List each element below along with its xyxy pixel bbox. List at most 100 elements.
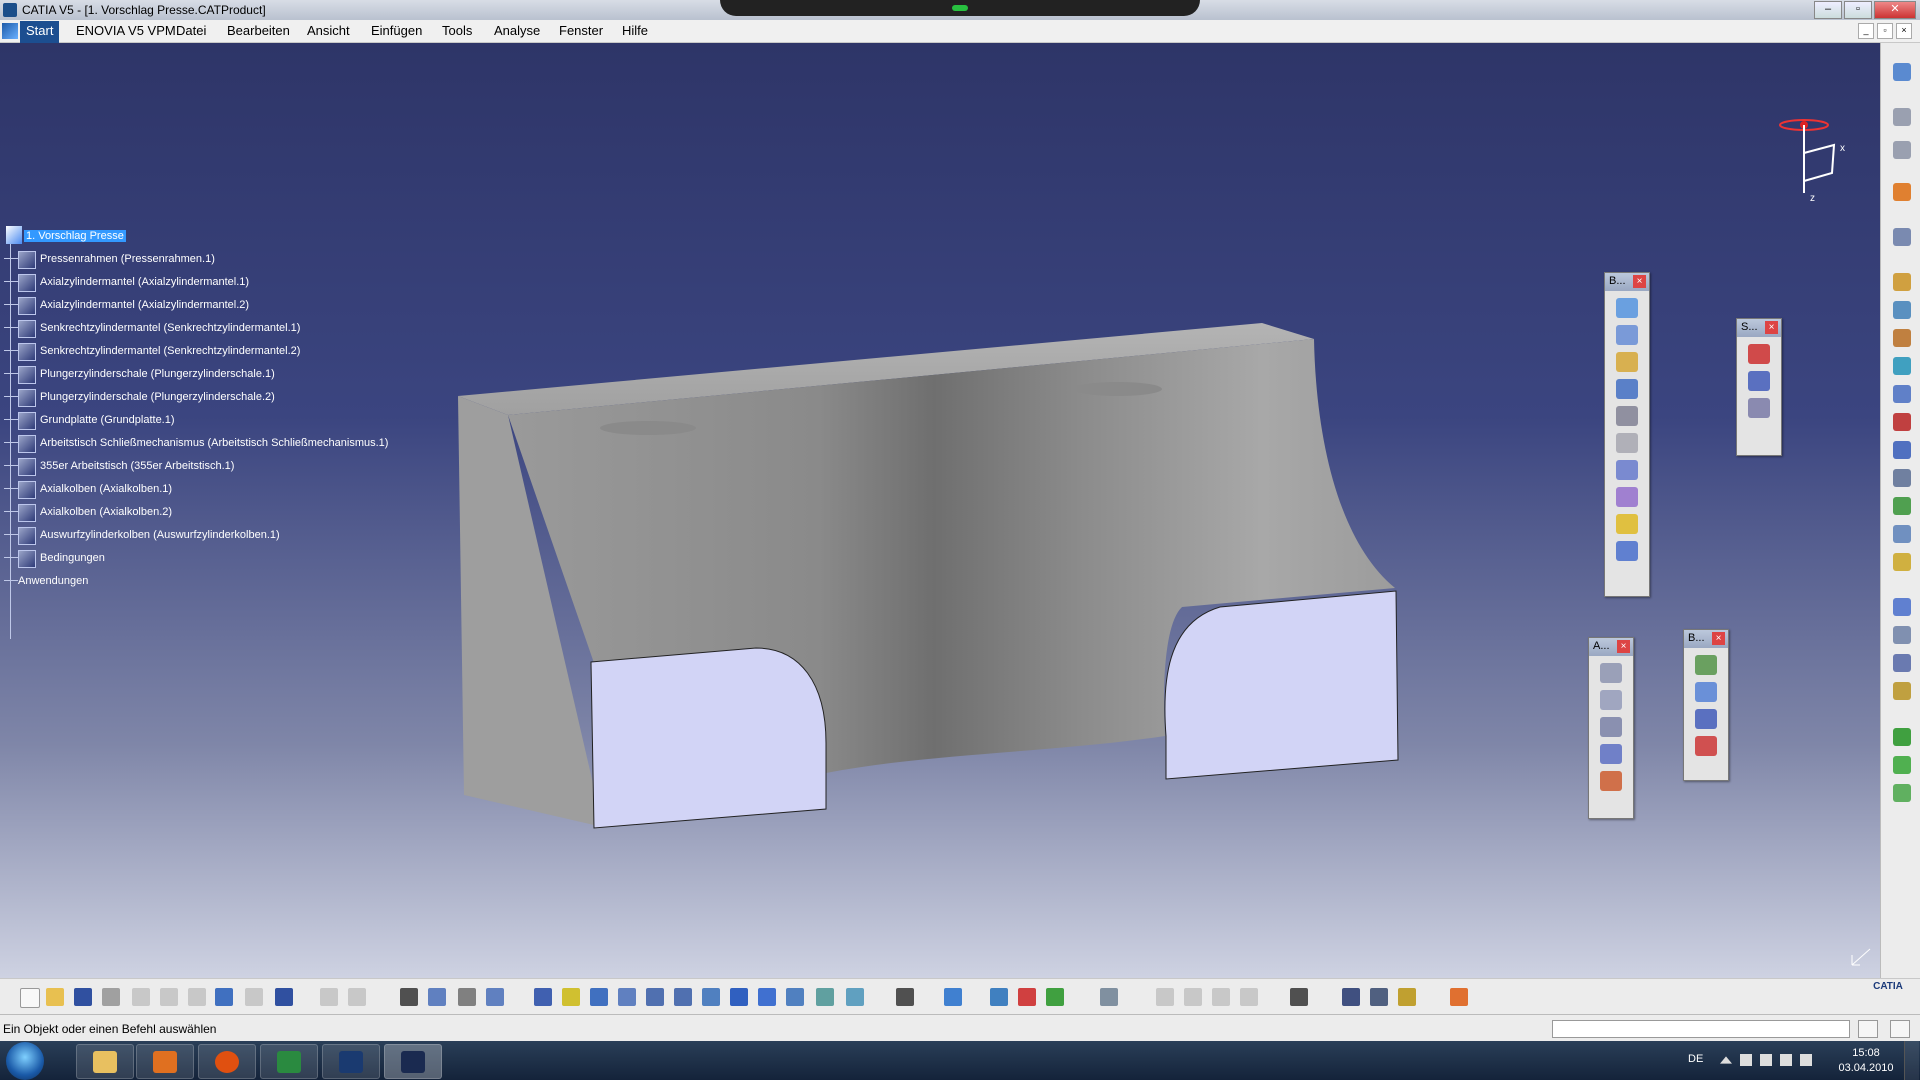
floating-palette-a[interactable]: A... × <box>1588 637 1634 819</box>
tool-icon[interactable] <box>1398 988 1416 1006</box>
taskbar-photoshop[interactable] <box>322 1044 380 1079</box>
fit-all-icon[interactable] <box>562 988 580 1006</box>
tool-icon[interactable] <box>1600 663 1622 683</box>
tool-icon[interactable] <box>1616 460 1638 480</box>
taskbar-excel[interactable] <box>260 1044 318 1079</box>
compass-widget[interactable]: x z <box>1770 113 1860 213</box>
menu-analyse[interactable]: Analyse <box>494 23 540 38</box>
tool-icon[interactable] <box>1893 728 1911 746</box>
menu-enovia[interactable]: ENOVIA V5 VPM <box>76 23 176 38</box>
update-icon[interactable] <box>1100 988 1118 1006</box>
print-icon[interactable] <box>102 988 120 1006</box>
menu-tools[interactable]: Tools <box>442 23 472 38</box>
tool-icon[interactable] <box>458 988 476 1006</box>
tool-icon[interactable] <box>1156 988 1174 1006</box>
taskbar-explorer[interactable] <box>76 1044 134 1079</box>
show-desktop-button[interactable] <box>1904 1041 1919 1080</box>
doc-restore-button[interactable]: ▫ <box>1877 23 1893 39</box>
capture-icon[interactable] <box>896 988 914 1006</box>
tool-icon[interactable] <box>1695 682 1717 702</box>
tool-icon[interactable] <box>1893 497 1911 515</box>
cursor-icon[interactable] <box>1893 183 1911 201</box>
palette-close-button[interactable]: × <box>1617 640 1630 653</box>
open-folder-icon[interactable] <box>46 988 64 1006</box>
palette-header[interactable]: B... × <box>1605 273 1649 291</box>
tool-icon[interactable] <box>1616 487 1638 507</box>
tool-icon[interactable] <box>1893 108 1911 126</box>
palette-close-button[interactable]: × <box>1765 321 1778 334</box>
tool-icon[interactable] <box>1893 598 1911 616</box>
tool-icon[interactable] <box>1370 988 1388 1006</box>
tool-icon[interactable] <box>1893 784 1911 802</box>
command-input[interactable] <box>1552 1020 1850 1038</box>
tool-icon[interactable] <box>1893 553 1911 571</box>
rotate-icon[interactable] <box>618 988 636 1006</box>
3d-viewport[interactable]: 1. Vorschlag Presse Pressenrahmen (Press… <box>0 43 1880 978</box>
power-icon[interactable] <box>1760 1054 1772 1066</box>
action-center-flag-icon[interactable] <box>1740 1054 1752 1066</box>
tool-icon[interactable] <box>1893 357 1911 375</box>
menu-start[interactable]: Start <box>20 21 60 45</box>
tool-icon[interactable] <box>1893 756 1911 774</box>
formula-icon[interactable] <box>320 988 338 1006</box>
floating-palette-b2[interactable]: B... × <box>1683 629 1729 781</box>
tool-icon[interactable] <box>1616 379 1638 399</box>
doc-close-button[interactable]: × <box>1896 23 1912 39</box>
status-button[interactable] <box>1890 1020 1910 1038</box>
tool-icon[interactable] <box>1893 385 1911 403</box>
tool-icon[interactable] <box>1695 655 1717 675</box>
fly-mode-icon[interactable] <box>534 988 552 1006</box>
menu-hilfe[interactable]: Hilfe <box>622 23 648 38</box>
tool-icon[interactable] <box>1240 988 1258 1006</box>
shading-icon[interactable] <box>786 988 804 1006</box>
3d-part-model[interactable] <box>0 43 1880 978</box>
tool-icon[interactable] <box>486 988 504 1006</box>
tool-icon[interactable] <box>1893 525 1911 543</box>
tool-icon[interactable] <box>944 988 962 1006</box>
hide-show-icon[interactable] <box>816 988 834 1006</box>
floating-palette-s[interactable]: S... × <box>1736 318 1782 456</box>
language-indicator[interactable]: DE <box>1688 1053 1703 1065</box>
tool-icon[interactable] <box>1748 398 1770 418</box>
tool-icon[interactable] <box>1748 344 1770 364</box>
tool-icon[interactable] <box>1184 988 1202 1006</box>
tool-icon[interactable] <box>1616 352 1638 372</box>
show-hidden-icons-icon[interactable] <box>1720 1056 1732 1064</box>
tool-icon[interactable] <box>1893 469 1911 487</box>
menu-einfuegen[interactable]: Einfügen <box>371 23 422 38</box>
paste-icon[interactable] <box>188 988 206 1006</box>
tool-icon[interactable] <box>1600 717 1622 737</box>
tool-icon[interactable] <box>1290 988 1308 1006</box>
menu-datei[interactable]: Datei <box>176 23 206 38</box>
clock[interactable]: 15:08 03.04.2010 <box>1838 1046 1894 1076</box>
palette-header[interactable]: B... × <box>1684 630 1728 648</box>
swap-visible-icon[interactable] <box>846 988 864 1006</box>
tool-icon[interactable] <box>1342 988 1360 1006</box>
comment-icon[interactable] <box>348 988 366 1006</box>
tool-icon[interactable] <box>1893 654 1911 672</box>
taskbar-media-player[interactable] <box>136 1044 194 1079</box>
tool-icon[interactable] <box>1616 325 1638 345</box>
tool-icon[interactable] <box>1616 433 1638 453</box>
copy-icon[interactable] <box>160 988 178 1006</box>
tool-icon[interactable] <box>1893 141 1911 159</box>
menu-fenster[interactable]: Fenster <box>559 23 603 38</box>
windows-start-button[interactable] <box>6 1042 44 1080</box>
menu-bearbeiten[interactable]: Bearbeiten <box>227 23 290 38</box>
doc-minimize-button[interactable]: _ <box>1858 23 1874 39</box>
tool-icon[interactable] <box>1600 744 1622 764</box>
status-button[interactable] <box>1858 1020 1878 1038</box>
zoom-in-icon[interactable] <box>646 988 664 1006</box>
minimize-button[interactable]: ‒ <box>1814 1 1842 19</box>
tool-icon[interactable] <box>1893 682 1911 700</box>
table-icon[interactable] <box>400 988 418 1006</box>
tool-icon[interactable] <box>1893 441 1911 459</box>
iso-view-icon[interactable] <box>758 988 776 1006</box>
volume-icon[interactable] <box>1800 1054 1812 1066</box>
tool-icon[interactable] <box>1695 736 1717 756</box>
taskbar-firefox[interactable] <box>198 1044 256 1079</box>
tool-icon[interactable] <box>990 988 1008 1006</box>
grid-icon[interactable] <box>1450 988 1468 1006</box>
tool-icon[interactable] <box>1893 228 1911 246</box>
select-icon[interactable] <box>1893 63 1911 81</box>
